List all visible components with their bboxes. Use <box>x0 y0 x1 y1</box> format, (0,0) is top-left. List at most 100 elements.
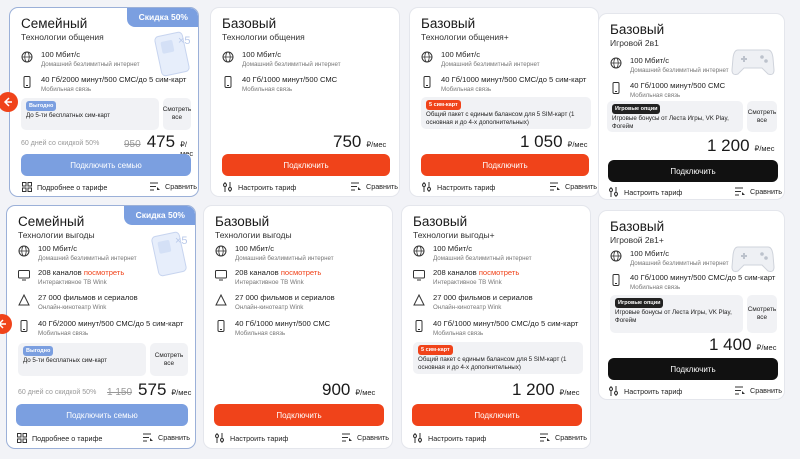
compare-button[interactable]: Сравнить <box>540 433 587 442</box>
connect-button[interactable]: Подключить <box>214 404 384 426</box>
feature-internet: 100 Мбит/с Домашний безлимитный интернет <box>610 56 729 75</box>
mobile-package: 40 Гб/2000 минут/500 СМС/до 5 сим-карт <box>38 319 184 328</box>
five-sims-tag: 5 сим-карт <box>426 100 461 110</box>
discount-badge: Скидка 50% <box>126 8 198 27</box>
configure-tariff-link[interactable]: Настроить тариф <box>413 433 486 443</box>
card-subtitle: Игровой 2в1+ <box>610 235 664 245</box>
tariff-card-family-benefit: Семейный Технологии выгоды Скидка 50% ×5… <box>6 205 196 449</box>
watch-channels-link[interactable]: посмотреть <box>281 268 322 277</box>
see-all-button[interactable]: Смотреть все <box>747 101 777 132</box>
film-icon <box>18 294 30 306</box>
tv-label: Интерактивное ТВ Wink <box>38 278 107 286</box>
card-title: Базовый <box>222 16 277 31</box>
feature-internet: 100 Мбит/с Домашний безлимитный интернет <box>222 50 341 69</box>
mobile-label: Мобильная связь <box>630 283 681 291</box>
compare-button[interactable]: Сравнить <box>342 433 389 442</box>
configure-tariff-link[interactable]: Настроить тариф <box>223 182 296 192</box>
feature-tv: 208 каналов посмотреть Интерактивное ТВ W… <box>215 268 321 287</box>
feature-internet: 100 Мбит/с Домашний безлимитный интернет <box>610 249 729 268</box>
tv-channels: 208 каналов <box>38 268 82 277</box>
connect-button[interactable]: Подключить <box>608 160 778 182</box>
connect-family-button[interactable]: Подключить семью <box>21 154 191 176</box>
feature-internet: 100 Мбит/с Домашний безлимитный интернет <box>21 50 140 69</box>
card-title: Базовый <box>610 219 665 234</box>
configure-tariff-link[interactable]: Настроить тариф <box>215 433 288 443</box>
sliders-icon <box>609 187 618 197</box>
compare-label: Сравнить <box>565 182 598 191</box>
discount-badge: Скидка 50% <box>123 206 195 225</box>
see-all-button[interactable]: Смотреть все <box>747 295 777 333</box>
connect-button[interactable]: Подключить <box>608 358 778 380</box>
card-subtitle: Технологии общения <box>222 32 305 42</box>
feature-cinema: 27 000 фильмов и сериалов Онлайн-кинотеат… <box>413 293 533 312</box>
price-unit: ₽/мес <box>366 140 387 149</box>
configure-label: Настроить тариф <box>238 182 297 192</box>
card-title: Базовый <box>421 16 476 31</box>
phone-icon <box>217 320 225 332</box>
feature-tv: 208 каналов посмотреть Интерактивное ТВ W… <box>18 268 124 287</box>
compare-icon <box>540 433 550 442</box>
tv-icon <box>413 270 425 281</box>
connect-family-button[interactable]: Подключить семью <box>16 404 188 426</box>
compare-button[interactable]: Сравнить <box>550 182 597 191</box>
card-title: Семейный <box>18 214 85 229</box>
price: 475 <box>146 132 176 151</box>
compare-button[interactable]: Сравнить <box>150 182 197 191</box>
details-link[interactable]: Подробнее о тарифе <box>17 433 102 443</box>
card-subtitle: Технологии общения+ <box>421 32 509 42</box>
compare-button[interactable]: Сравнить <box>735 187 782 196</box>
promo-text: Игровые бонусы от Леста Игры, VK Play, Ф… <box>615 309 732 324</box>
compare-label: Сравнить <box>165 182 198 191</box>
internet-label: Домашний безлимитный интернет <box>433 254 532 262</box>
watch-channels-link[interactable]: посмотреть <box>479 268 520 277</box>
game-options-promo: Игровые опции Игровые бонусы от Леста Иг… <box>607 101 743 132</box>
connect-button[interactable]: Подключить <box>222 154 390 176</box>
price-row: 900 ₽/мес <box>322 380 375 400</box>
connect-button[interactable]: Подключить <box>421 154 589 176</box>
configure-tariff-link[interactable]: Настроить тариф <box>609 187 682 197</box>
shared-package-promo: 5 сим-карт Общий пакет с единым балансом… <box>413 342 583 374</box>
configure-label: Настроить тариф <box>437 182 496 192</box>
tariff-card-basic-communication-plus: Базовый Технологии общения+ 100 Мбит/с До… <box>409 7 599 197</box>
compare-button[interactable]: Сравнить <box>351 182 398 191</box>
tariff-card-basic-communication: Базовый Технологии общения 100 Мбит/с Дом… <box>210 7 400 197</box>
svg-text:×5: ×5 <box>175 235 188 247</box>
phone-icon <box>423 76 431 88</box>
price: 900 <box>322 380 351 399</box>
feature-internet: 100 Мбит/с Домашний безлимитный интернет <box>18 244 137 263</box>
price-row: 1 200 ₽/мес <box>707 136 774 156</box>
price-row: 1 200 ₽/мес <box>512 380 579 400</box>
compare-icon <box>550 182 560 191</box>
sliders-icon <box>223 182 232 192</box>
price: 750 <box>333 132 362 151</box>
cinema-label: Онлайн-кинотеатр Wink <box>38 303 107 311</box>
card-subtitle: Технологии общения <box>21 32 104 42</box>
compare-icon <box>143 433 153 442</box>
mobile-package: 40 Гб/1000 минут/500 СМС <box>235 319 331 328</box>
see-all-button[interactable]: Смотреть все <box>163 98 191 130</box>
internet-speed: 100 Мбит/с <box>235 244 275 253</box>
compare-button[interactable]: Сравнить <box>735 386 782 395</box>
configure-tariff-link[interactable]: Настроить тариф <box>609 386 682 396</box>
compare-icon <box>150 182 160 191</box>
compare-button[interactable]: Сравнить <box>143 433 190 442</box>
mobile-label: Мобильная связь <box>630 91 681 99</box>
price: 575 <box>138 380 167 399</box>
connect-button[interactable]: Подключить <box>412 404 582 426</box>
tv-icon <box>18 270 30 281</box>
internet-label: Домашний безлимитный интернет <box>38 254 137 262</box>
feature-mobile: 40 Гб/1000 минут/500 СМС/до 5 сим-карт Мо… <box>413 319 578 338</box>
free-sims-promo: Выгодно До 5-ти бесплатных сим-карт <box>21 98 159 130</box>
game-options-tag: Игровые опции <box>615 298 664 308</box>
internet-label: Домашний безлимитный интернет <box>630 259 729 267</box>
cinema-label: Онлайн-кинотеатр Wink <box>235 303 304 311</box>
arrow-left-icon <box>0 319 6 329</box>
mobile-label: Мобильная связь <box>41 85 92 93</box>
old-price: 1 150 <box>107 387 133 398</box>
configure-tariff-link[interactable]: Настроить тариф <box>422 182 495 192</box>
see-all-button[interactable]: Смотреть все <box>150 343 188 376</box>
internet-speed: 100 Мбит/с <box>433 244 473 253</box>
details-link[interactable]: Подробнее о тарифе <box>22 182 107 192</box>
globe-icon <box>222 51 234 63</box>
watch-channels-link[interactable]: посмотреть <box>84 268 125 277</box>
